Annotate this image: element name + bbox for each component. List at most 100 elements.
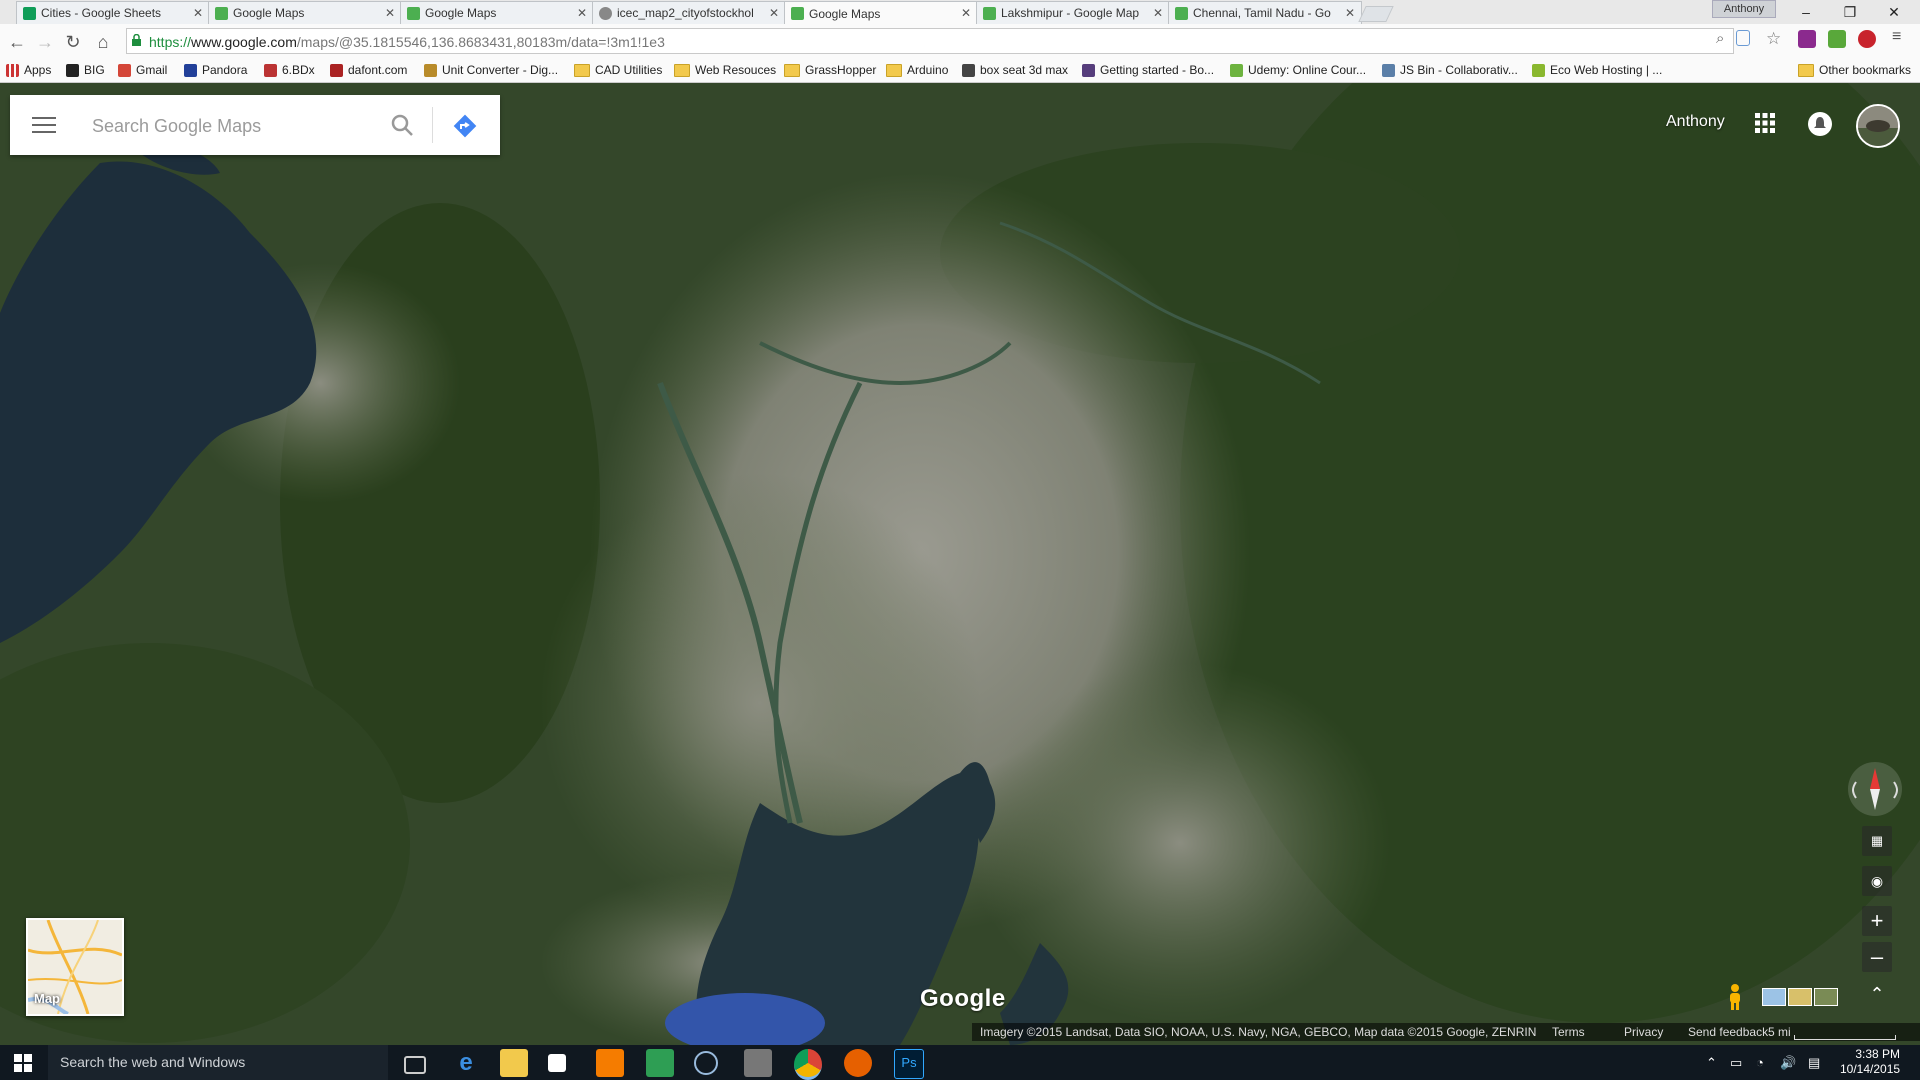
file-explorer-icon[interactable] [500, 1049, 528, 1077]
bookmark-arduino[interactable]: Arduino [886, 63, 948, 77]
user-name[interactable]: Anthony [1666, 113, 1725, 131]
bookmark-cad-utilities[interactable]: CAD Utilities [574, 63, 662, 77]
tab-title: Google Maps [425, 6, 497, 20]
minimize-button[interactable]: – [1784, 0, 1828, 24]
forward-icon[interactable]: → [34, 31, 56, 53]
back-icon[interactable]: ← [6, 31, 28, 53]
big-icon [66, 63, 79, 77]
avatar[interactable] [1856, 104, 1900, 148]
close-icon[interactable]: ✕ [577, 6, 587, 20]
my-location-icon[interactable]: ◉ [1862, 866, 1892, 896]
bookmark-dafont[interactable]: dafont.com [330, 63, 407, 77]
edge-icon[interactable]: e [452, 1049, 480, 1077]
money-app-icon[interactable] [646, 1049, 674, 1077]
bookmark-pandora[interactable]: Pandora [184, 63, 247, 77]
zoom-out-button[interactable]: – [1862, 942, 1892, 972]
address-bar[interactable]: https://www.google.com/maps/@35.1815546,… [126, 28, 1734, 54]
bookmark-jsbin[interactable]: JS Bin - Collaborativ... [1382, 63, 1518, 77]
photoshop-icon[interactable]: Ps [894, 1049, 924, 1079]
pegman-icon[interactable] [1722, 983, 1748, 1011]
close-icon[interactable]: ✕ [1345, 6, 1355, 20]
privacy-link[interactable]: Privacy [1624, 1023, 1663, 1041]
tab-title: Chennai, Tamil Nadu - Go [1193, 6, 1331, 20]
directions-icon[interactable] [452, 113, 478, 139]
send-feedback-link[interactable]: Send feedback [1688, 1023, 1768, 1041]
taskbar-clock[interactable]: 3:38 PM 10/14/2015 [1840, 1047, 1900, 1077]
satellite-map[interactable] [0, 83, 1920, 1045]
firefox-icon[interactable] [844, 1049, 872, 1077]
task-view-icon[interactable] [404, 1056, 426, 1074]
tab-6[interactable]: Chennai, Tamil Nadu - Go ✕ [1168, 1, 1362, 24]
google-apps-icon[interactable] [1754, 112, 1776, 134]
bookmarks-bar: Apps BIG Gmail Pandora 6.BDx dafont.com … [0, 60, 1920, 83]
restore-button[interactable]: ❐ [1828, 0, 1872, 24]
maps-icon [791, 7, 804, 20]
battery-icon[interactable]: ▭ [1730, 1055, 1742, 1071]
bookmark-unit-converter[interactable]: Unit Converter - Dig... [424, 63, 558, 77]
bookmark-other[interactable]: Other bookmarks [1798, 63, 1911, 77]
gmail-icon [118, 63, 131, 77]
search-icon[interactable] [390, 113, 414, 137]
bookmark-apps[interactable]: Apps [6, 63, 51, 77]
game-app-icon[interactable] [744, 1049, 772, 1077]
star-icon[interactable]: ☆ [1766, 29, 1784, 48]
bookmark-big[interactable]: BIG [66, 63, 105, 77]
map-view-toggle[interactable]: Map [26, 918, 124, 1016]
earth-layer-thumbnail[interactable] [1762, 988, 1786, 1006]
network-app-icon[interactable] [694, 1051, 718, 1075]
new-tab-button[interactable] [1358, 6, 1394, 22]
expand-layers-icon[interactable]: ⌃ [1866, 984, 1888, 1006]
windows-taskbar: Search the web and Windows e Ps ⌃ ▭ ◔ 🔊 … [0, 1045, 1920, 1080]
extension-icon[interactable] [1798, 30, 1816, 48]
windows-start-icon[interactable] [14, 1054, 32, 1072]
tilt-icon[interactable]: ▦ [1862, 826, 1892, 856]
notifications-bell-icon[interactable] [1808, 112, 1832, 136]
tab-3[interactable]: icec_map2_cityofstockhol ✕ [592, 1, 786, 24]
close-icon[interactable]: ✕ [385, 6, 395, 20]
wifi-icon[interactable]: ◔ [1756, 1055, 1764, 1070]
maps-search-input[interactable] [90, 113, 374, 139]
bookmark-grasshopper[interactable]: GrassHopper [784, 63, 876, 77]
maps-icon [215, 7, 228, 20]
page-icon[interactable] [1736, 30, 1750, 46]
volume-icon[interactable]: 🔊 [1780, 1055, 1796, 1071]
bookmark-web-resources[interactable]: Web Resouces [674, 63, 776, 77]
bookmark-eco-hosting[interactable]: Eco Web Hosting | ... [1532, 63, 1662, 77]
bookmark-udemy[interactable]: Udemy: Online Cour... [1230, 63, 1366, 77]
close-icon[interactable]: ✕ [193, 6, 203, 20]
profile-chip[interactable]: Anthony [1712, 0, 1776, 18]
bookmark-6bdx[interactable]: 6.BDx [264, 63, 315, 77]
bookmark-bootstrap[interactable]: Getting started - Bo... [1082, 63, 1214, 77]
folder-icon [886, 63, 902, 77]
tab-2[interactable]: Google Maps ✕ [400, 1, 594, 24]
close-icon[interactable]: ✕ [961, 6, 971, 20]
compass-icon[interactable] [1848, 762, 1902, 816]
tab-5[interactable]: Lakshmipur - Google Map ✕ [976, 1, 1170, 24]
reload-icon[interactable]: ↻ [62, 31, 84, 53]
video-player-icon[interactable] [596, 1049, 624, 1077]
zoom-in-button[interactable]: + [1862, 906, 1892, 936]
terms-link[interactable]: Terms [1552, 1023, 1585, 1041]
store-icon[interactable] [548, 1054, 566, 1072]
taskbar-search-box[interactable]: Search the web and Windows [48, 1045, 388, 1080]
satellite-layer-thumbnail[interactable] [1814, 988, 1838, 1006]
hamburger-menu-icon[interactable] [32, 117, 56, 133]
bookmark-gmail[interactable]: Gmail [118, 63, 167, 77]
action-center-icon[interactable]: ▤ [1808, 1055, 1820, 1071]
tab-0[interactable]: Cities - Google Sheets ✕ [16, 1, 210, 24]
home-icon[interactable]: ⌂ [92, 31, 114, 53]
tray-chevron-icon[interactable]: ⌃ [1706, 1055, 1717, 1071]
evernote-icon[interactable] [1828, 30, 1846, 48]
tab-1[interactable]: Google Maps ✕ [208, 1, 402, 24]
close-icon[interactable]: ✕ [1153, 6, 1163, 20]
terrain-layer-thumbnail[interactable] [1788, 988, 1812, 1006]
chrome-menu-icon[interactable]: ≡ [1892, 28, 1910, 46]
tab-4-active[interactable]: Google Maps ✕ [784, 1, 978, 25]
chrome-icon[interactable] [794, 1049, 822, 1080]
bookmark-box-seat[interactable]: box seat 3d max [962, 63, 1068, 77]
close-window-button[interactable]: ✕ [1872, 0, 1916, 24]
pinterest-icon[interactable] [1858, 30, 1876, 48]
zoom-icon[interactable]: ⌕ [1716, 30, 1734, 48]
url-text: https://www.google.com/maps/@35.1815546,… [149, 34, 665, 50]
close-icon[interactable]: ✕ [769, 6, 779, 20]
